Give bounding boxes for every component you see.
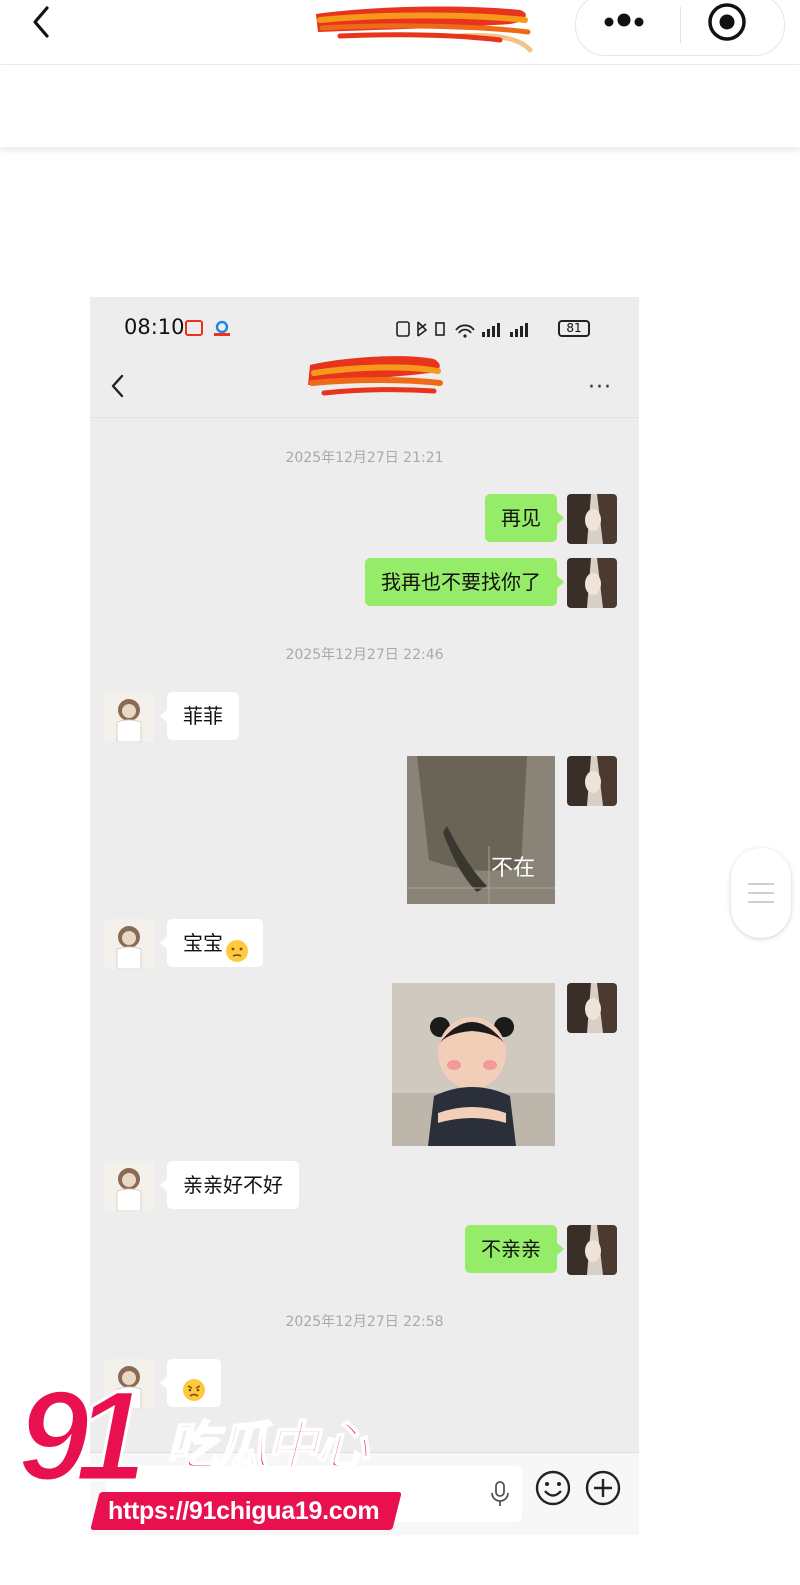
mini-program-top-bar <box>0 0 800 65</box>
sent-sticker-image[interactable] <box>392 983 555 1146</box>
microphone-icon[interactable] <box>490 1481 510 1511</box>
redacted-title-scribble <box>310 0 540 60</box>
message-timestamp: 2025年12月27日 21:21 <box>285 450 444 466</box>
notification-icon <box>185 320 203 336</box>
chat-more-icon[interactable]: ··· <box>588 375 612 400</box>
status-time: 08:10 <box>124 315 185 339</box>
phone-status-bar: 08:10 81 <box>90 297 639 359</box>
chat-nav-bar: ··· <box>90 356 639 418</box>
sent-message[interactable]: 我再也不要找你了 <box>365 558 564 606</box>
contact-avatar[interactable] <box>104 919 154 969</box>
svg-text:91: 91 <box>18 1382 140 1508</box>
received-message[interactable]: 亲亲好不好 <box>160 1161 299 1209</box>
add-plus-icon[interactable] <box>584 1469 622 1511</box>
emoji-icon <box>225 932 249 980</box>
message-timestamp: 2025年12月27日 22:58 <box>285 1314 444 1330</box>
redacted-contact-name <box>304 351 446 411</box>
sent-message[interactable]: 不亲亲 <box>465 1225 564 1273</box>
svg-text:吃瓜中心: 吃瓜中心 <box>166 1417 370 1477</box>
more-dots-icon[interactable] <box>576 0 680 55</box>
status-icons <box>396 318 566 344</box>
my-avatar[interactable] <box>567 558 617 608</box>
app-icon <box>212 319 232 343</box>
image-caption: 不在 <box>491 856 536 881</box>
my-avatar[interactable] <box>567 1225 617 1275</box>
my-avatar[interactable] <box>567 756 617 806</box>
my-avatar[interactable] <box>567 983 617 1033</box>
contact-avatar[interactable] <box>104 692 154 742</box>
emoji-button-icon[interactable] <box>534 1469 572 1511</box>
mini-program-sub-bar <box>0 65 800 147</box>
chat-screenshot: 08:10 81 ··· 2025年12月27日 21:21 再见 我再也不要找… <box>90 297 639 1535</box>
watermark-url[interactable]: https://91chigua19.com <box>108 1492 380 1530</box>
back-chevron-icon[interactable] <box>22 2 62 42</box>
capsule-menu <box>575 0 785 56</box>
contact-avatar[interactable] <box>104 1161 154 1211</box>
battery-icon: 81 <box>558 320 590 337</box>
sent-image-message[interactable]: 不在 <box>407 756 555 904</box>
received-message[interactable]: 宝宝 <box>160 919 263 967</box>
target-icon[interactable] <box>681 0 784 55</box>
received-message[interactable]: 菲菲 <box>160 692 239 740</box>
sent-message[interactable]: 再见 <box>485 494 564 542</box>
message-text: 宝宝 <box>183 931 223 955</box>
message-timestamp: 2025年12月27日 22:46 <box>285 647 444 663</box>
chat-back-icon[interactable] <box>108 371 128 405</box>
my-avatar[interactable] <box>567 494 617 544</box>
side-menu-handle[interactable] <box>731 848 791 938</box>
